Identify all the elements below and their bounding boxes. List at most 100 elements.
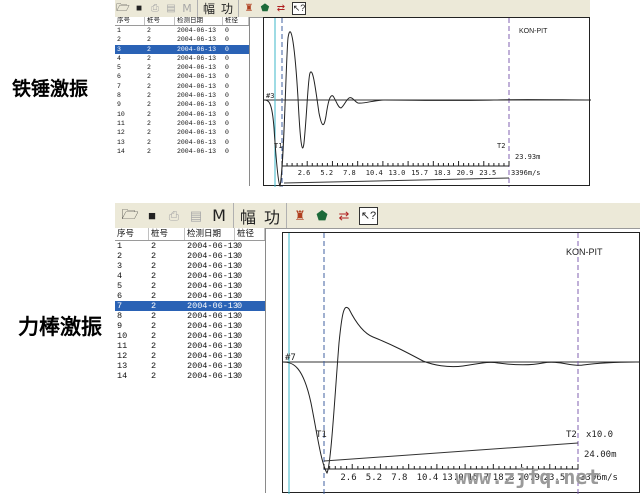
- cell-diameter: 0: [225, 129, 229, 137]
- list-item[interactable]: 14 2 2004-06-13 0: [115, 371, 265, 381]
- list-item[interactable]: 4 2 2004-06-13 0: [115, 54, 249, 63]
- list-item[interactable]: 4 2 2004-06-13 0: [115, 271, 265, 281]
- print-preview-icon[interactable]: ▤: [163, 1, 179, 16]
- list-item[interactable]: 14 2 2004-06-13 0: [115, 147, 249, 156]
- list-item[interactable]: 13 2 2004-06-13 0: [115, 138, 249, 147]
- list-item[interactable]: 5 2 2004-06-13 0: [115, 281, 265, 291]
- cell-index: 6: [117, 73, 121, 81]
- list-item[interactable]: 2 2 2004-06-13 0: [115, 251, 265, 261]
- record-list[interactable]: 序号 桩号 检测日期 桩径 1 2 2004-06-13 0 2 2 2004-06-13 0…: [115, 17, 250, 186]
- toolbar: 🗁 ■ ⎙ ▤ M 幅 功 ♜ ⬟ ⇄ ↖?: [115, 203, 640, 229]
- cell-pile: 2: [147, 54, 151, 62]
- list-item[interactable]: 5 2 2004-06-13 0: [115, 63, 249, 72]
- col-header-diameter[interactable]: 桩径: [235, 228, 265, 240]
- arrows-icon[interactable]: ⇄: [273, 1, 289, 16]
- list-item[interactable]: 7 2 2004-06-13 0: [115, 82, 249, 91]
- cell-pile: 2: [151, 331, 157, 341]
- cell-date: 2004-06-13: [177, 45, 217, 53]
- list-item[interactable]: 9 2 2004-06-13 0: [115, 100, 249, 109]
- cell-diameter: 0: [237, 311, 243, 321]
- cell-diameter: 0: [225, 119, 229, 127]
- list-item[interactable]: 1 2 2004-06-13 0: [115, 241, 265, 251]
- cell-index: 14: [117, 147, 125, 155]
- print-icon[interactable]: ⎙: [163, 205, 185, 227]
- help-pointer-icon[interactable]: ↖?: [359, 206, 378, 225]
- cell-index: 11: [117, 119, 125, 127]
- cell-index: 13: [117, 361, 128, 371]
- cell-diameter: 0: [237, 261, 243, 271]
- t1-label: T1: [316, 430, 327, 440]
- list-item[interactable]: 10 2 2004-06-13 0: [115, 110, 249, 119]
- cell-date: 2004-06-13: [177, 82, 217, 90]
- open-folder-icon[interactable]: 🗁: [119, 205, 141, 227]
- help-pointer-icon[interactable]: ↖?: [292, 2, 306, 15]
- save-disk-icon[interactable]: ■: [131, 1, 147, 16]
- watermark: www.zjfq.net: [455, 465, 600, 489]
- ramp-line: [323, 442, 579, 462]
- cell-index: 4: [117, 54, 121, 62]
- cell-pile: 2: [151, 291, 157, 301]
- cell-index: 10: [117, 110, 125, 118]
- list-item[interactable]: 10 2 2004-06-13 0: [115, 331, 265, 341]
- record-list[interactable]: 序号 桩号 检测日期 桩径 1 2 2004-06-13 0 2 2 2004-06-13 0…: [115, 228, 266, 493]
- cell-diameter: 0: [225, 147, 229, 155]
- cell-pile: 2: [151, 251, 157, 261]
- tick-label: 13.0: [389, 169, 406, 177]
- col-header-pile[interactable]: 桩号: [149, 228, 185, 240]
- list-item[interactable]: 11 2 2004-06-13 0: [115, 119, 249, 128]
- cell-date: 2004-06-13: [187, 331, 239, 341]
- cell-pile: 2: [151, 271, 157, 281]
- cell-pile: 2: [147, 64, 151, 72]
- col-header-diameter[interactable]: 桩径: [223, 17, 249, 25]
- col-header-index[interactable]: 序号: [115, 228, 149, 240]
- list-item[interactable]: 7 2 2004-06-13 0: [115, 301, 265, 311]
- amplitude-button[interactable]: 幅: [236, 205, 260, 227]
- figure-icon[interactable]: ♜: [289, 205, 311, 227]
- cell-index: 13: [117, 138, 125, 146]
- col-header-pile[interactable]: 桩号: [145, 17, 175, 25]
- cell-diameter: 0: [225, 138, 229, 146]
- col-header-date[interactable]: 检测日期: [175, 17, 223, 25]
- cell-date: 2004-06-13: [187, 351, 239, 361]
- col-header-index[interactable]: 序号: [115, 17, 145, 25]
- amplitude-button[interactable]: 幅: [200, 1, 218, 16]
- m-button[interactable]: M: [207, 205, 231, 227]
- arrows-icon[interactable]: ⇄: [333, 205, 355, 227]
- list-item[interactable]: 11 2 2004-06-13 0: [115, 341, 265, 351]
- list-item[interactable]: 3 2 2004-06-13 0: [115, 261, 265, 271]
- list-item[interactable]: 6 2 2004-06-13 0: [115, 72, 249, 81]
- m-button[interactable]: M: [179, 1, 195, 16]
- print-icon[interactable]: ⎙: [147, 1, 163, 16]
- axis-unit: 3396m/s: [511, 169, 541, 177]
- cell-diameter: 0: [225, 36, 229, 44]
- cell-pile: 2: [151, 301, 157, 311]
- list-item[interactable]: 9 2 2004-06-13 0: [115, 321, 265, 331]
- waveform-plot[interactable]: 2.6 5.2 7.8 10.4 13.0 15.7 18.3 20.9 23.5 3396m/s…: [263, 17, 591, 187]
- figure-icon[interactable]: ♜: [241, 1, 257, 16]
- power-button[interactable]: 功: [260, 205, 284, 227]
- cell-diameter: 0: [237, 241, 243, 251]
- save-disk-icon[interactable]: ■: [141, 205, 163, 227]
- tick-label: 5.2: [320, 169, 333, 177]
- print-preview-icon[interactable]: ▤: [185, 205, 207, 227]
- list-item[interactable]: 12 2 2004-06-13 0: [115, 351, 265, 361]
- cell-index: 8: [117, 92, 121, 100]
- cell-pile: 2: [151, 261, 157, 271]
- t2-label: T2: [566, 430, 577, 440]
- list-item[interactable]: 12 2 2004-06-13 0: [115, 128, 249, 137]
- power-button[interactable]: 功: [218, 1, 236, 16]
- open-folder-icon[interactable]: 🗁: [115, 1, 131, 16]
- list-item[interactable]: 13 2 2004-06-13 0: [115, 361, 265, 371]
- cell-diameter: 0: [225, 45, 229, 53]
- list-item[interactable]: 6 2 2004-06-13 0: [115, 291, 265, 301]
- list-item[interactable]: 2 2 2004-06-13 0: [115, 35, 249, 44]
- list-item[interactable]: 8 2 2004-06-13 0: [115, 311, 265, 321]
- shield-icon[interactable]: ⬟: [311, 205, 333, 227]
- cell-index: 5: [117, 64, 121, 72]
- list-item[interactable]: 3 2 2004-06-13 0: [115, 44, 249, 54]
- list-item[interactable]: 8 2 2004-06-13 0: [115, 91, 249, 100]
- waveform-plot[interactable]: 2.6 5.2 7.8 10.4 13.0 15.7 18.3 20.9 23.5 3396m/s…: [282, 232, 640, 494]
- shield-icon[interactable]: ⬟: [257, 1, 273, 16]
- col-header-date[interactable]: 检测日期: [185, 228, 235, 240]
- list-item[interactable]: 1 2 2004-06-13 0: [115, 26, 249, 35]
